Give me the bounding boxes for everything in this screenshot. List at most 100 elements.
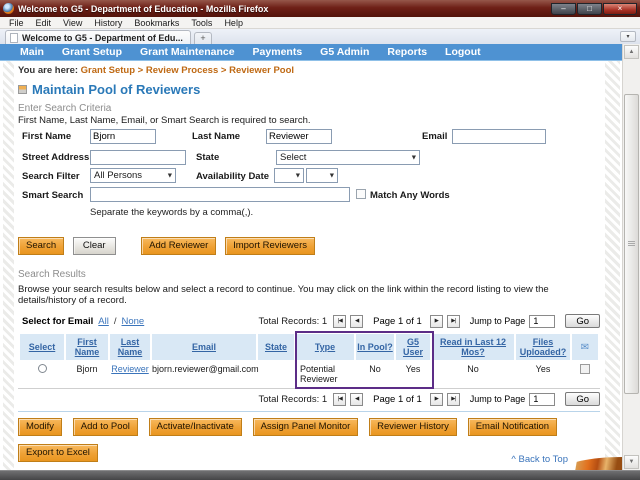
row-radio[interactable] bbox=[38, 364, 47, 373]
add-to-pool-button[interactable]: Add to Pool bbox=[73, 418, 138, 436]
col-select[interactable]: Select bbox=[20, 334, 64, 360]
first-name-input[interactable] bbox=[90, 129, 156, 144]
match-any-words-checkbox[interactable] bbox=[356, 189, 366, 199]
minimize-button[interactable]: – bbox=[551, 3, 576, 15]
breadcrumb: You are here: Grant Setup > Review Proce… bbox=[18, 65, 600, 76]
search-filter-select[interactable]: All Persons bbox=[90, 168, 176, 183]
smart-search-input[interactable] bbox=[90, 187, 350, 202]
first-page-button[interactable]: |◀ bbox=[333, 393, 346, 406]
menu-help[interactable]: Help bbox=[218, 18, 249, 28]
modify-button[interactable]: Modify bbox=[18, 418, 62, 436]
nav-main[interactable]: Main bbox=[11, 46, 53, 58]
col-g5-user[interactable]: G5 User bbox=[396, 334, 430, 360]
nav-reports[interactable]: Reports bbox=[378, 46, 436, 58]
scrollbar-thumb[interactable] bbox=[624, 94, 639, 394]
nav-grant-maintenance[interactable]: Grant Maintenance bbox=[131, 46, 244, 58]
col-type[interactable]: Type bbox=[296, 334, 354, 360]
tab-list-dropdown-icon[interactable]: ▾ bbox=[620, 31, 636, 42]
nav-logout[interactable]: Logout bbox=[436, 46, 490, 58]
go-button[interactable]: Go bbox=[565, 392, 600, 406]
email-notification-button[interactable]: Email Notification bbox=[468, 418, 557, 436]
col-email[interactable]: Email bbox=[152, 334, 256, 360]
search-filter-label: Search Filter bbox=[22, 171, 80, 182]
next-page-button[interactable]: ▶ bbox=[430, 393, 443, 406]
search-button[interactable]: Search bbox=[18, 237, 64, 255]
col-read-12-mos[interactable]: Read in Last 12 Mos? bbox=[432, 334, 514, 360]
breadcrumb-separator: > bbox=[138, 65, 144, 76]
smart-search-helper: Separate the keywords by a comma(,). bbox=[90, 207, 253, 218]
nav-payments[interactable]: Payments bbox=[244, 46, 312, 58]
last-page-button[interactable]: ▶| bbox=[447, 315, 460, 328]
required-note: First Name, Last Name, Email, or Smart S… bbox=[18, 115, 600, 126]
select-none-link[interactable]: None bbox=[121, 316, 144, 327]
search-results-heading: Search Results bbox=[18, 269, 600, 280]
back-to-top-link[interactable]: ^ Back to Top bbox=[511, 454, 568, 465]
row-state bbox=[258, 360, 294, 386]
col-last-name[interactable]: Last Name bbox=[110, 334, 150, 360]
go-button[interactable]: Go bbox=[565, 314, 600, 328]
window-title: Welcome to G5 - Department of Education … bbox=[18, 4, 268, 14]
new-tab-button[interactable]: + bbox=[194, 32, 212, 44]
menu-edit[interactable]: Edit bbox=[30, 18, 58, 28]
col-state[interactable]: State bbox=[258, 334, 294, 360]
active-tab[interactable]: Welcome to G5 - Department of Edu... bbox=[5, 30, 191, 44]
export-to-excel-button[interactable]: Export to Excel bbox=[18, 444, 98, 462]
street-address-input[interactable] bbox=[90, 150, 186, 165]
next-page-button[interactable]: ▶ bbox=[430, 315, 443, 328]
table-row: Bjorn Reviewer bjorn.reviewer@gmail.com … bbox=[20, 360, 598, 386]
search-filter-value: All Persons bbox=[94, 170, 142, 181]
state-select[interactable]: Select bbox=[276, 150, 420, 165]
state-select-value: Select bbox=[280, 152, 306, 163]
site-navbar: Main Grant Setup Grant Maintenance Payme… bbox=[0, 44, 622, 61]
col-files-uploaded[interactable]: Files Uploaded? bbox=[516, 334, 570, 360]
assign-panel-monitor-button[interactable]: Assign Panel Monitor bbox=[253, 418, 359, 436]
last-page-button[interactable]: ▶| bbox=[447, 393, 460, 406]
total-records-value: 1 bbox=[322, 316, 327, 327]
availability-day-select[interactable] bbox=[306, 168, 338, 183]
jump-to-page-input[interactable] bbox=[529, 393, 555, 406]
menu-tools[interactable]: Tools bbox=[185, 18, 218, 28]
availability-date-label: Availability Date bbox=[196, 171, 269, 182]
page-of-label: Page 1 of 1 bbox=[373, 316, 422, 327]
add-reviewer-button[interactable]: Add Reviewer bbox=[141, 237, 216, 255]
availability-month-select[interactable] bbox=[274, 168, 304, 183]
row-last-name: Reviewer bbox=[110, 360, 150, 386]
col-in-pool[interactable]: In Pool? bbox=[356, 334, 394, 360]
menu-view[interactable]: View bbox=[57, 18, 88, 28]
last-name-input[interactable] bbox=[266, 129, 332, 144]
vertical-scrollbar[interactable]: ▲ ▼ bbox=[622, 44, 640, 470]
import-reviewers-button[interactable]: Import Reviewers bbox=[225, 237, 315, 255]
breadcrumb-reviewer-pool[interactable]: Reviewer Pool bbox=[229, 65, 294, 76]
prev-page-button[interactable]: ◀ bbox=[350, 393, 363, 406]
breadcrumb-separator: > bbox=[221, 65, 227, 76]
reviewer-link[interactable]: Reviewer bbox=[111, 364, 149, 374]
clear-button[interactable]: Clear bbox=[73, 237, 116, 255]
menu-bookmarks[interactable]: Bookmarks bbox=[128, 18, 185, 28]
menu-history[interactable]: History bbox=[88, 18, 128, 28]
prev-page-button[interactable]: ◀ bbox=[350, 315, 363, 328]
firefox-icon bbox=[3, 3, 14, 14]
breadcrumb-grant-setup[interactable]: Grant Setup bbox=[81, 65, 135, 76]
nav-grant-setup[interactable]: Grant Setup bbox=[53, 46, 131, 58]
scroll-up-icon[interactable]: ▲ bbox=[624, 45, 639, 59]
reviewer-history-button[interactable]: Reviewer History bbox=[369, 418, 457, 436]
scroll-down-icon[interactable]: ▼ bbox=[624, 455, 639, 469]
close-button[interactable]: × bbox=[603, 3, 637, 15]
select-all-link[interactable]: All bbox=[98, 316, 109, 327]
row-email-checkbox[interactable] bbox=[580, 364, 590, 374]
total-records-label: Total Records: bbox=[258, 394, 319, 405]
col-first-name[interactable]: First Name bbox=[66, 334, 108, 360]
first-page-button[interactable]: |◀ bbox=[333, 315, 346, 328]
row-select-cell bbox=[20, 360, 64, 386]
row-g5-user: Yes bbox=[396, 360, 430, 386]
maximize-button[interactable]: □ bbox=[577, 3, 602, 15]
breadcrumb-review-process[interactable]: Review Process bbox=[146, 65, 218, 76]
nav-g5-admin[interactable]: G5 Admin bbox=[311, 46, 378, 58]
jump-to-page-input[interactable] bbox=[529, 315, 555, 328]
menu-file[interactable]: File bbox=[3, 18, 30, 28]
col-email-select[interactable]: ✉ bbox=[572, 334, 598, 360]
activate-inactivate-button[interactable]: Activate/Inactivate bbox=[149, 418, 242, 436]
email-input[interactable] bbox=[452, 129, 546, 144]
pagination-top: Total Records: 1 |◀ ◀ Page 1 of 1 ▶ ▶| J… bbox=[258, 314, 600, 328]
slash-separator: / bbox=[114, 316, 117, 327]
